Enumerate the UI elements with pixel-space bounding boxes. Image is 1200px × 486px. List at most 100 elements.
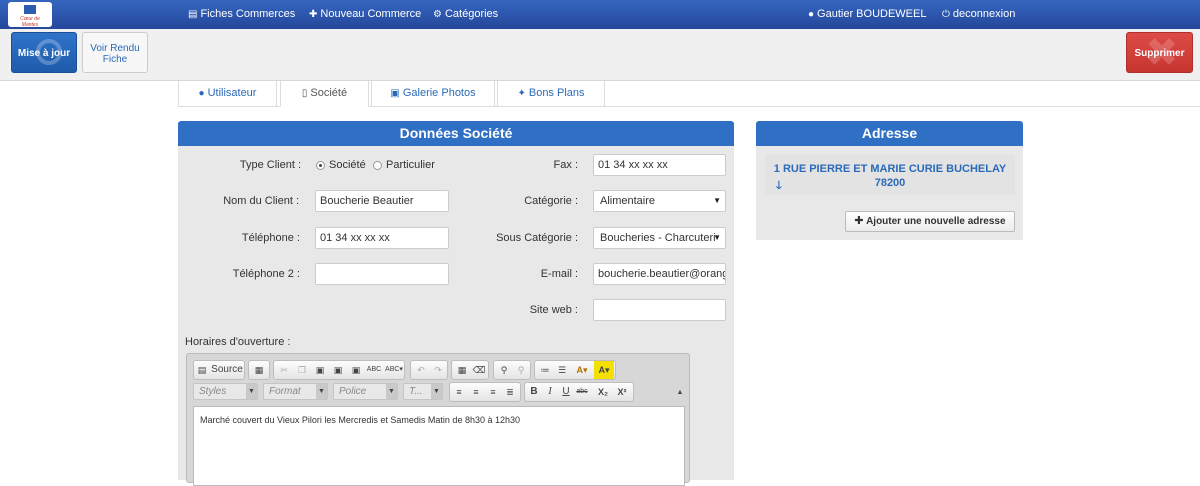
- view-button-line2: Fiche: [102, 54, 128, 65]
- paste-text-icon[interactable]: ▣: [330, 361, 346, 379]
- building-icon: ▯: [301, 88, 308, 99]
- maximize-button[interactable]: ▦: [248, 360, 270, 380]
- redo-icon[interactable]: ↷: [430, 361, 446, 379]
- nav-user[interactable]: ● Gautier BOUDEWEEL: [808, 8, 926, 20]
- size-combo-label: T...: [409, 386, 423, 397]
- app-logo[interactable]: Cœur de Mantes: [8, 2, 52, 28]
- source-button[interactable]: ▤ Source: [193, 360, 245, 380]
- telephone2-input[interactable]: [315, 263, 449, 285]
- tab-galerie-label: Galerie Photos: [402, 87, 476, 99]
- cut-icon[interactable]: ✂: [276, 361, 292, 379]
- replace-icon[interactable]: ⚲: [513, 361, 529, 379]
- update-button[interactable]: Mise à jour: [11, 32, 77, 73]
- tab-societe[interactable]: ▯ Société: [280, 81, 369, 107]
- arrow-down-icon[interactable]: 🡓: [776, 177, 782, 196]
- sous-categorie-label: Sous Catégorie :: [496, 232, 578, 244]
- tab-bons-plans[interactable]: ✦ Bons Plans: [497, 81, 605, 107]
- fax-label: Fax :: [553, 159, 578, 171]
- tab-utilisateur-label: Utilisateur: [207, 87, 257, 99]
- tab-bons-plans-label: Bons Plans: [528, 87, 585, 99]
- undo-redo-group: ↶ ↷: [410, 360, 448, 380]
- fax-input[interactable]: 01 34 xx xx xx: [593, 154, 726, 176]
- spellcheck-icon[interactable]: ABC: [366, 361, 382, 379]
- underline-icon[interactable]: U: [558, 383, 574, 401]
- adresse-panel-title: Adresse: [756, 121, 1023, 146]
- telephone-input[interactable]: 01 34 xx xx xx: [315, 227, 449, 249]
- address-line1: 1 RUE PIERRE ET MARIE CURIE BUCHELAY: [773, 163, 1007, 175]
- sous-categorie-select-value: Boucheries - Charcuteri: [600, 232, 716, 244]
- nav-fiches-label: Fiches Commerces: [200, 8, 296, 20]
- find-icon[interactable]: ⚲: [496, 361, 512, 379]
- tab-societe-label: Société: [310, 87, 348, 99]
- site-web-input[interactable]: [593, 299, 726, 321]
- format-text-group: B I U abc X₂ X²: [524, 382, 634, 402]
- delete-button[interactable]: ✖ Supprimer: [1126, 32, 1193, 74]
- document-icon: ▤: [188, 9, 198, 20]
- email-label: E-mail :: [540, 268, 578, 280]
- italic-icon[interactable]: I: [542, 383, 558, 401]
- align-group: ≡ ≡ ≡ ≣: [449, 382, 521, 402]
- copy-icon[interactable]: ❐: [294, 361, 310, 379]
- email-input[interactable]: boucherie.beautier@orange: [593, 263, 726, 285]
- source-icon: ▤: [197, 365, 207, 375]
- nav-fiches-commerces[interactable]: ▤ Fiches Commerces: [188, 8, 295, 20]
- bold-icon[interactable]: B: [526, 383, 542, 401]
- type-client-label: Type Client :: [239, 159, 301, 171]
- combo-arrow-icon: ▼: [246, 384, 257, 399]
- undo-icon[interactable]: ↶: [413, 361, 429, 379]
- combo-arrow-icon: ▼: [386, 384, 397, 399]
- tab-utilisateur[interactable]: ● Utilisateur: [178, 81, 277, 107]
- horaires-editor: ▤ Source ▦ ✂ ❐ ▣ ▣ ▣ ABC ABC▾ ↶ ↷ ▦ ⌫ ⚲ …: [186, 353, 690, 486]
- paste-word-icon[interactable]: ▣: [348, 361, 364, 379]
- nav-user-label: Gautier BOUDEWEEL: [817, 8, 927, 20]
- table-icon: ▦: [254, 365, 264, 375]
- font-combo[interactable]: Police ▼: [333, 383, 398, 400]
- format-combo[interactable]: Format ▼: [263, 383, 328, 400]
- nav-logout-label: deconnexion: [952, 8, 1016, 20]
- font-combo-label: Police: [339, 386, 367, 397]
- categorie-select[interactable]: Alimentaire ▼: [593, 190, 726, 212]
- text-color-icon[interactable]: A▾: [572, 361, 592, 379]
- telephone-label: Téléphone :: [241, 232, 300, 244]
- editor-content-area[interactable]: Marché couvert du Vieux Pilori les Mercr…: [193, 406, 685, 486]
- select-all-icon[interactable]: ▦: [454, 361, 470, 379]
- sous-categorie-select[interactable]: Boucheries - Charcuteri ▼: [593, 227, 726, 249]
- delete-button-label: Supprimer: [1134, 48, 1185, 59]
- clipboard-group: ✂ ❐ ▣ ▣ ▣ ABC ABC▾: [273, 360, 405, 380]
- radio-societe[interactable]: [316, 161, 325, 170]
- add-address-label: Ajouter une nouvelle adresse: [866, 216, 1006, 227]
- paste-icon[interactable]: ▣: [312, 361, 328, 379]
- tab-bar: ● Utilisateur ▯ Société ▣ Galerie Photos ✦ B…: [178, 81, 1200, 107]
- background-color-icon[interactable]: A▾: [594, 361, 614, 379]
- strikethrough-icon[interactable]: abc: [574, 383, 590, 401]
- nom-client-input[interactable]: Boucherie Beautier: [315, 190, 449, 212]
- nav-categories[interactable]: ⚙ Catégories: [433, 8, 498, 20]
- align-center-icon[interactable]: ≡: [468, 383, 484, 401]
- nav-logout[interactable]: ⏻ deconnexion: [942, 8, 1015, 20]
- horaires-label: Horaires d'ouverture :: [185, 336, 291, 348]
- plus-icon: ✚: [854, 215, 864, 227]
- align-right-icon[interactable]: ≡: [485, 383, 501, 401]
- align-left-icon[interactable]: ≡: [451, 383, 467, 401]
- spellcheck-dropdown-icon[interactable]: ABC▾: [384, 361, 404, 379]
- nav-nouveau-commerce[interactable]: ✚ Nouveau Commerce: [309, 8, 421, 20]
- tab-galerie-photos[interactable]: ▣ Galerie Photos: [371, 81, 495, 107]
- user-icon: ●: [808, 9, 815, 20]
- nav-categories-label: Catégories: [444, 8, 499, 20]
- superscript-icon[interactable]: X²: [613, 383, 631, 401]
- plus-icon: ✚: [309, 9, 318, 20]
- view-rendering-button[interactable]: Voir Rendu Fiche: [82, 32, 148, 73]
- add-address-button[interactable]: ✚ Ajouter une nouvelle adresse: [845, 211, 1015, 232]
- radio-particulier[interactable]: [373, 161, 382, 170]
- styles-combo[interactable]: Styles ▼: [193, 383, 258, 400]
- subscript-icon[interactable]: X₂: [594, 383, 612, 401]
- size-combo[interactable]: T... ▼: [403, 383, 443, 400]
- numbered-list-icon[interactable]: ≔: [537, 361, 553, 379]
- align-justify-icon[interactable]: ≣: [502, 383, 518, 401]
- eraser-icon[interactable]: ⌫: [471, 361, 487, 379]
- bulleted-list-icon[interactable]: ☰: [554, 361, 570, 379]
- update-button-label: Mise à jour: [17, 48, 71, 59]
- select-arrow-icon: ▼: [713, 196, 721, 205]
- collapse-toolbar-icon[interactable]: ▲: [675, 384, 685, 402]
- combo-arrow-icon: ▼: [431, 384, 442, 399]
